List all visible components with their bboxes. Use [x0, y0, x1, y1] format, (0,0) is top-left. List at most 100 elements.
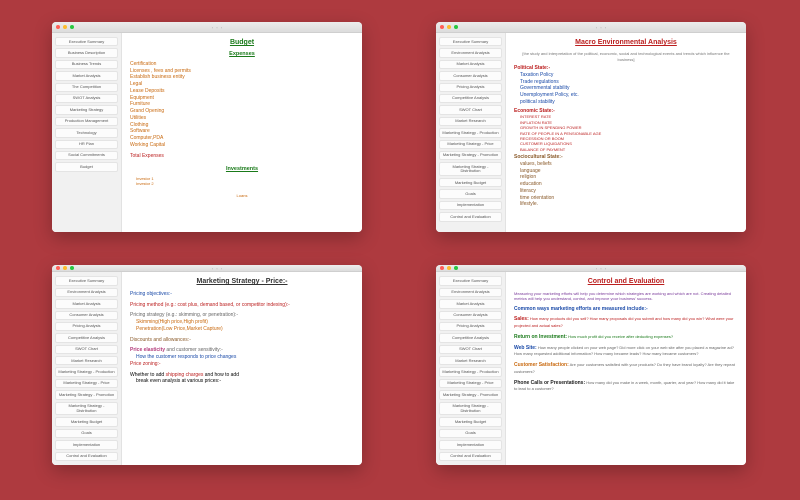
- sidebar-item[interactable]: SWOT Chart: [55, 345, 118, 354]
- sidebar: Executive Summary Environment Analysis Mar…: [436, 272, 506, 465]
- sidebar-item[interactable]: Competitive Analysis: [439, 94, 502, 103]
- heading-economic: Economic State:-: [514, 108, 738, 115]
- close-icon[interactable]: [56, 25, 60, 29]
- sidebar-item[interactable]: Pricing Analysis: [439, 83, 502, 92]
- sidebar-item[interactable]: Goals: [439, 429, 502, 438]
- sidebar-item[interactable]: Environment Analysis: [439, 48, 502, 57]
- sidebar-item[interactable]: Control and Evaluation: [439, 212, 502, 221]
- zoom-icon[interactable]: [70, 25, 74, 29]
- sidebar-item[interactable]: Marketing Budget: [55, 417, 118, 426]
- expense-item: Lease Deposits: [130, 88, 354, 95]
- sidebar-item[interactable]: Consumer Analysis: [439, 71, 502, 80]
- list-item: education: [520, 181, 738, 188]
- sidebar-item[interactable]: HR Plan: [55, 140, 118, 149]
- close-icon[interactable]: [440, 266, 444, 270]
- sidebar-item[interactable]: Marketing Strategy - Promotion: [439, 151, 502, 160]
- sidebar-item[interactable]: Market Analysis: [439, 60, 502, 69]
- sidebar-item[interactable]: Marketing Strategy - Distribution: [439, 162, 502, 176]
- sidebar-item[interactable]: Marketing Strategy - Promotion: [55, 390, 118, 399]
- heading-political: Political State:-: [514, 65, 738, 72]
- sidebar-item[interactable]: Market Research: [439, 356, 502, 365]
- sidebar-item[interactable]: SWOT Chart: [439, 105, 502, 114]
- sidebar-item[interactable]: Budget: [55, 162, 118, 171]
- sidebar-item[interactable]: Control and Evaluation: [439, 452, 502, 461]
- page-title: Budget: [130, 38, 354, 47]
- sidebar-item[interactable]: Marketing Budget: [439, 417, 502, 426]
- sidebar-item[interactable]: Market Analysis: [55, 71, 118, 80]
- loans-label: Loans: [130, 193, 354, 198]
- titlebar[interactable]: ◦ ◦ ◦: [436, 265, 746, 272]
- sidebar-item[interactable]: SWOT Analysis: [55, 94, 118, 103]
- sidebar-item[interactable]: Technology: [55, 128, 118, 137]
- expense-item: Working Capital: [130, 142, 354, 149]
- sidebar-item[interactable]: Marketing Strategy - Price: [55, 379, 118, 388]
- zoom-icon[interactable]: [454, 25, 458, 29]
- titlebar[interactable]: ◦ ◦ ◦: [52, 265, 362, 272]
- sidebar-item[interactable]: SWOT Chart: [439, 345, 502, 354]
- sidebar-item[interactable]: Executive Summary: [55, 276, 118, 285]
- window-macro: ◦ ◦ ◦ Executive Summary Environment Analy…: [436, 22, 746, 232]
- sidebar-item[interactable]: Implementation: [439, 201, 502, 210]
- sidebar-item[interactable]: Market Analysis: [439, 299, 502, 308]
- sidebar-item[interactable]: Implementation: [439, 440, 502, 449]
- sidebar-item[interactable]: Business Description: [55, 48, 118, 57]
- zoom-icon[interactable]: [454, 266, 458, 270]
- sidebar-item[interactable]: Competitive Analysis: [55, 333, 118, 342]
- sidebar-item[interactable]: The Competition: [55, 83, 118, 92]
- sidebar-item[interactable]: Marketing Budget: [439, 178, 502, 187]
- titlebar[interactable]: ◦ ◦ ◦: [52, 22, 362, 33]
- list-item: Taxation Policy: [520, 72, 738, 79]
- sidebar-item[interactable]: Control and Evaluation: [55, 452, 118, 461]
- sidebar-item[interactable]: Executive Summary: [439, 276, 502, 285]
- window-title: ◦ ◦ ◦: [77, 266, 358, 271]
- list-item: Unemployment Policy, etc.: [520, 92, 738, 99]
- document-content: Budget Expenses CertificationLicenses , …: [122, 33, 362, 232]
- close-icon[interactable]: [440, 25, 444, 29]
- minimize-icon[interactable]: [447, 25, 451, 29]
- sidebar-item[interactable]: Executive Summary: [439, 37, 502, 46]
- sidebar-item[interactable]: Marketing Strategy - Distribution: [55, 402, 118, 416]
- sidebar-item[interactable]: Market Research: [55, 356, 118, 365]
- sidebar-item[interactable]: Marketing Strategy - Production: [55, 367, 118, 376]
- window-price: ◦ ◦ ◦ Executive Summary Environment Analy…: [52, 265, 362, 465]
- minimize-icon[interactable]: [447, 266, 451, 270]
- sidebar-item[interactable]: Marketing Strategy: [55, 105, 118, 114]
- sidebar-item[interactable]: Marketing Strategy - Production: [439, 128, 502, 137]
- sidebar-item[interactable]: Consumer Analysis: [55, 311, 118, 320]
- window-control: ◦ ◦ ◦ Executive Summary Environment Analy…: [436, 265, 746, 465]
- sidebar-item[interactable]: Marketing Strategy - Distribution: [439, 402, 502, 416]
- minimize-icon[interactable]: [63, 266, 67, 270]
- sidebar-item[interactable]: Goals: [55, 429, 118, 438]
- sidebar-item[interactable]: Environment Analysis: [55, 288, 118, 297]
- minimize-icon[interactable]: [63, 25, 67, 29]
- sidebar-item[interactable]: Market Research: [439, 117, 502, 126]
- window-title: ◦ ◦ ◦: [77, 25, 358, 30]
- sidebar: Executive Summary Environment Analysis Mar…: [52, 272, 122, 465]
- sidebar-item[interactable]: Consumer Analysis: [439, 311, 502, 320]
- sidebar-item[interactable]: Marketing Strategy - Price: [439, 140, 502, 149]
- sidebar-item[interactable]: Marketing Strategy - Price: [439, 379, 502, 388]
- sidebar-item[interactable]: Production Management: [55, 117, 118, 126]
- sidebar-item[interactable]: Marketing Strategy - Production: [439, 367, 502, 376]
- sidebar-item[interactable]: Competitive Analysis: [439, 333, 502, 342]
- sidebar-item[interactable]: Business Trends: [55, 60, 118, 69]
- heading-sociocultural: Sociocultural State:-: [514, 154, 738, 161]
- sidebar-item[interactable]: Pricing Analysis: [439, 322, 502, 331]
- expense-item: Utilities: [130, 115, 354, 122]
- line-objectives: Pricing objectives:-: [130, 291, 354, 298]
- sidebar-item[interactable]: Goals: [439, 189, 502, 198]
- sidebar-item[interactable]: Marketing Strategy - Promotion: [439, 390, 502, 399]
- titlebar[interactable]: ◦ ◦ ◦: [436, 22, 746, 33]
- zoom-icon[interactable]: [70, 266, 74, 270]
- sidebar-item[interactable]: Environment Analysis: [439, 288, 502, 297]
- document-content: Macro Environmental Analysis [the study …: [506, 33, 746, 232]
- expense-item: Software: [130, 128, 354, 135]
- sidebar-item[interactable]: Pricing Analysis: [55, 322, 118, 331]
- sidebar-item[interactable]: Executive Summary: [55, 37, 118, 46]
- sidebar-item[interactable]: Social Commitments: [55, 151, 118, 160]
- expense-item: Certification: [130, 61, 354, 68]
- sidebar-item[interactable]: Implementation: [55, 440, 118, 449]
- close-icon[interactable]: [56, 266, 60, 270]
- sidebar-item[interactable]: Market Analysis: [55, 299, 118, 308]
- total-expenses: Total Expenses: [130, 153, 354, 160]
